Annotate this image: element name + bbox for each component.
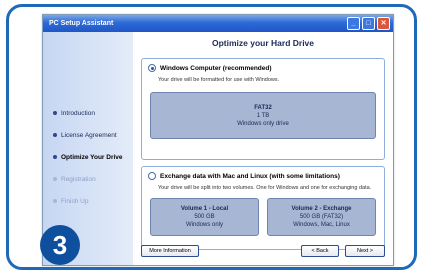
step-list: Introduction License Agreement Optimize … xyxy=(53,102,123,212)
option-description: Your drive will be split into two volume… xyxy=(158,185,372,191)
more-information-button[interactable]: More Information xyxy=(141,245,199,257)
main-panel: Optimize your Hard Drive Windows Compute… xyxy=(133,32,393,265)
option-exchange-data[interactable]: Exchange data with Mac and Linux (with s… xyxy=(141,166,385,250)
radio-button[interactable] xyxy=(148,172,156,180)
card-size: 1 TB xyxy=(256,112,270,119)
sidebar-item-registration: Registration xyxy=(53,168,123,190)
setup-window: PC Setup Assistant _ □ ✕ Introduction Li… xyxy=(42,14,394,266)
sidebar-item-label: License Agreement xyxy=(61,131,117,139)
bullet-icon xyxy=(53,133,57,137)
title-bar: PC Setup Assistant _ □ ✕ xyxy=(43,15,393,32)
option-description: Your drive will be formatted for use wit… xyxy=(158,77,280,83)
bullet-icon xyxy=(53,177,57,181)
card-note: Windows only xyxy=(185,222,223,228)
sidebar-item-finish-up: Finish Up xyxy=(53,190,123,212)
back-button[interactable]: < Back xyxy=(301,245,339,257)
window-controls: _ □ ✕ xyxy=(347,17,390,30)
option-header: Exchange data with Mac and Linux (with s… xyxy=(142,167,384,180)
sidebar-item-label: Registration xyxy=(61,175,96,183)
card-title: FAT32 xyxy=(254,104,272,111)
bullet-icon xyxy=(53,199,57,203)
card-note: Windows, Mac, Linux xyxy=(293,222,350,228)
window-body: Introduction License Agreement Optimize … xyxy=(43,32,393,265)
bullet-icon xyxy=(53,111,57,115)
maximize-icon[interactable]: □ xyxy=(362,17,375,30)
next-button[interactable]: Next > xyxy=(345,245,385,257)
sidebar-item-introduction: Introduction xyxy=(53,102,123,124)
bullet-icon xyxy=(53,155,57,159)
sidebar-item-label: Optimize Your Drive xyxy=(61,153,123,161)
window-title: PC Setup Assistant xyxy=(49,20,114,27)
card-size: 500 GB (FAT32) xyxy=(299,214,344,220)
page-title: Optimize your Hard Drive xyxy=(211,38,315,48)
card-note: Windows only drive xyxy=(237,120,289,127)
option-label: Exchange data with Mac and Linux (with s… xyxy=(160,172,340,180)
radio-button-selected[interactable] xyxy=(148,64,156,72)
volume-card-local: Volume 1 - Local 500 GB Windows only xyxy=(150,198,259,236)
volume-cards: Volume 1 - Local 500 GB Windows only Vol… xyxy=(142,198,384,236)
step-number-badge: 3 xyxy=(40,225,80,265)
volume-card-exchange: Volume 2 - Exchange 500 GB (FAT32) Windo… xyxy=(267,198,376,236)
button-bar: More Information < Back Next > xyxy=(133,245,393,259)
close-icon[interactable]: ✕ xyxy=(377,17,390,30)
sidebar-item-license-agreement: License Agreement xyxy=(53,124,123,146)
sidebar-item-label: Introduction xyxy=(61,109,95,117)
sidebar-item-optimize-drive: Optimize Your Drive xyxy=(53,146,123,168)
volume-card-fat32: FAT32 1 TB Windows only drive xyxy=(150,92,376,139)
option-label: Windows Computer (recommended) xyxy=(160,64,272,72)
card-title: Volume 2 - Exchange xyxy=(291,206,352,212)
card-size: 500 GB xyxy=(194,214,215,220)
option-header: Windows Computer (recommended) xyxy=(142,59,384,72)
option-windows-computer[interactable]: Windows Computer (recommended) Your driv… xyxy=(141,58,385,160)
sidebar-item-label: Finish Up xyxy=(61,197,89,205)
minimize-icon[interactable]: _ xyxy=(347,17,360,30)
card-title: Volume 1 - Local xyxy=(180,206,229,212)
